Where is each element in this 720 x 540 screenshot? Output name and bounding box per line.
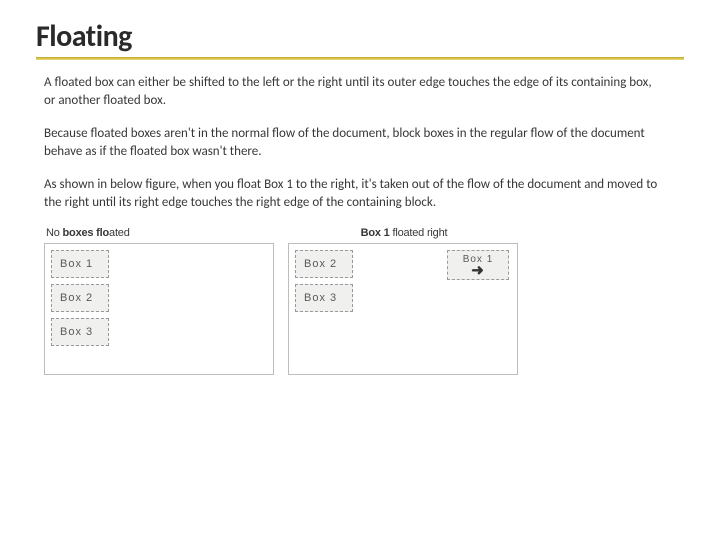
caption-bold: Box 1 [361, 227, 390, 239]
box-3: Box 3 [51, 318, 109, 346]
caption-text: No [46, 227, 63, 239]
box-3: Box 3 [295, 284, 353, 312]
caption-bold: boxes flo [63, 227, 110, 239]
paragraph-1: A floated box can either be shifted to t… [44, 74, 664, 109]
box-2: Box 2 [295, 250, 353, 278]
figure-frame-left: Box 1 Box 2 Box 3 [44, 243, 274, 375]
caption-suffix: ated [109, 227, 130, 239]
box-1: Box 1 [51, 250, 109, 278]
paragraph-2: Because floated boxes aren't in the norm… [44, 125, 664, 160]
paragraph-3: As shown in below figure, when you float… [44, 176, 664, 211]
figure-row: No boxes floated Box 1 Box 2 Box 3 Box 1… [44, 227, 676, 375]
body: A floated box can either be shifted to t… [36, 74, 684, 375]
figure-panel-left: No boxes floated Box 1 Box 2 Box 3 [44, 227, 274, 375]
figure-panel-right: Box 1 floated right Box 2 Box 3 Box 1 ➜ [288, 227, 518, 375]
figure-caption-right: Box 1 floated right [290, 227, 518, 239]
title-underline [36, 57, 684, 60]
box-1-floated: Box 1 ➜ [447, 250, 509, 280]
arrow-right-icon: ➜ [471, 266, 485, 277]
slide: Floating A floated box can either be shi… [0, 0, 720, 375]
page-title: Floating [36, 18, 684, 55]
box-2: Box 2 [51, 284, 109, 312]
caption-suffix: floated right [390, 227, 448, 239]
figure-frame-right: Box 2 Box 3 Box 1 ➜ [288, 243, 518, 375]
figure-caption-left: No boxes floated [46, 227, 274, 239]
